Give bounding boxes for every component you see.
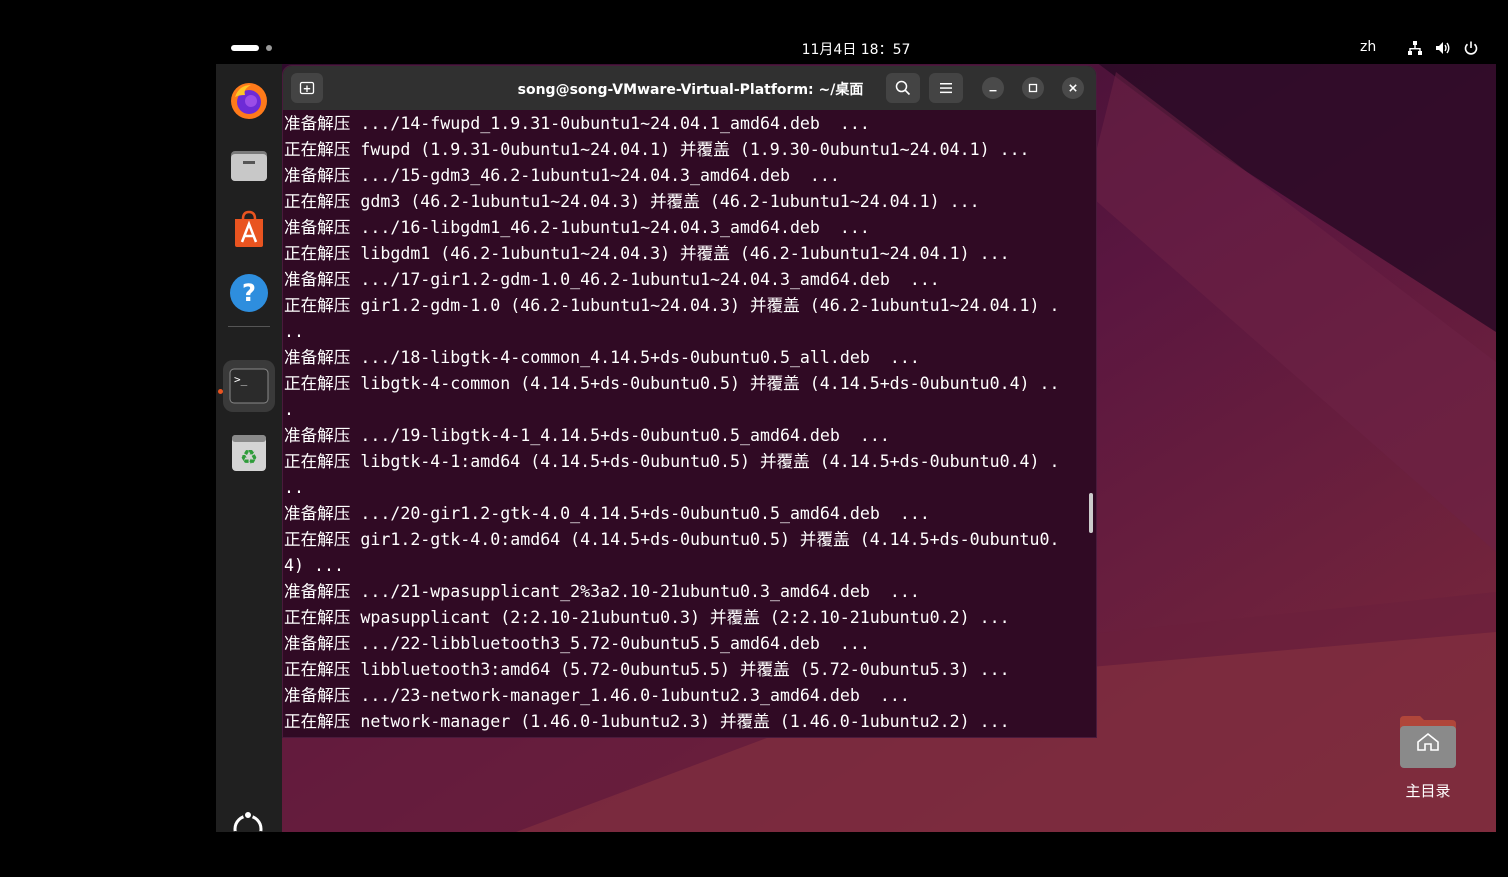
terminal-line: 准备解压 .../15-gdm3_46.2-1ubuntu1~24.04.3_a… xyxy=(284,166,840,185)
terminal-line: 正在解压 libgtk-4-common (4.14.5+ds-0ubuntu0… xyxy=(284,374,1060,393)
network-icon[interactable] xyxy=(1407,40,1423,56)
terminal-line: . xyxy=(284,400,294,419)
terminal-line: 正在解压 gir1.2-gtk-4.0:amd64 (4.14.5+ds-0ub… xyxy=(284,530,1060,549)
terminal-line: 正在解压 gdm3 (46.2-1ubuntu1~24.04.3) 并覆盖 (4… xyxy=(284,192,980,211)
top-bar: 11月4日 18：57 zh xyxy=(216,32,1496,64)
terminal-line: 正在解压 fwupd (1.9.31-0ubuntu1~24.04.1) 并覆盖… xyxy=(284,140,1030,159)
dock-app-terminal[interactable]: >_ xyxy=(223,360,275,412)
terminal-line: 准备解压 .../14-fwupd_1.9.31-0ubuntu1~24.04.… xyxy=(284,114,870,133)
dock-app-firefox[interactable] xyxy=(223,75,275,127)
dock-app-help[interactable]: ? xyxy=(223,267,275,319)
dock: ? >_ ♻ xyxy=(216,64,282,832)
close-icon xyxy=(1069,84,1077,92)
desktop-screen: 11月4日 18：57 zh ? >_ ♻ song@song-VMware-V… xyxy=(216,32,1496,832)
terminal-line: 准备解压 .../16-libgdm1_46.2-1ubuntu1~24.04.… xyxy=(284,218,870,237)
home-folder-icon xyxy=(1400,716,1456,768)
svg-text:?: ? xyxy=(242,279,256,307)
terminal-line: 正在解压 libgtk-4-1:amd64 (4.14.5+ds-0ubuntu… xyxy=(284,452,1060,471)
maximize-button[interactable] xyxy=(1022,77,1044,99)
terminal-line: .. xyxy=(284,322,304,341)
desktop-home-folder[interactable]: 主目录 xyxy=(1386,712,1470,812)
terminal-line: 准备解压 .../18-libgtk-4-common_4.14.5+ds-0u… xyxy=(284,348,920,367)
terminal-icon: >_ xyxy=(229,368,269,404)
folder-icon xyxy=(231,151,267,181)
terminal-line: .. xyxy=(284,478,304,497)
firefox-icon xyxy=(231,83,267,119)
terminal-line: 准备解压 .../17-gir1.2-gdm-1.0_46.2-1ubuntu1… xyxy=(284,270,940,289)
terminal-line: 准备解压 .../20-gir1.2-gtk-4.0_4.14.5+ds-0ub… xyxy=(284,504,930,523)
dock-app-files[interactable] xyxy=(223,139,275,191)
terminal-line: 正在解压 libbluetooth3:amd64 (5.72-0ubuntu5.… xyxy=(284,660,1010,679)
volume-icon[interactable] xyxy=(1435,40,1451,56)
window-title: song@song-VMware-Virtual-Platform: ~/桌面 xyxy=(517,82,864,98)
dock-separator xyxy=(228,326,270,327)
input-language-indicator[interactable]: zh xyxy=(1360,39,1376,55)
search-icon xyxy=(895,80,911,96)
search-button[interactable] xyxy=(886,73,920,103)
terminal-line: 准备解压 .../22-libbluetooth3_5.72-0ubuntu5.… xyxy=(284,634,870,653)
dock-app-app-center[interactable] xyxy=(223,203,275,255)
terminal-line: 正在解压 network-manager (1.46.0-1ubuntu2.3)… xyxy=(284,712,1010,731)
home-folder-label: 主目录 xyxy=(1405,782,1451,800)
dock-app-trash[interactable]: ♻ xyxy=(223,427,275,479)
hamburger-menu-icon xyxy=(940,83,952,94)
minimize-icon xyxy=(989,90,997,92)
terminal-line: 正在解压 wpasupplicant (2:2.10-21ubuntu0.3) … xyxy=(284,608,1010,627)
terminal-line: 准备解压 .../23-network-manager_1.46.0-1ubun… xyxy=(284,686,910,705)
clock[interactable]: 11月4日 18：57 xyxy=(216,39,1496,59)
power-icon[interactable] xyxy=(1463,40,1479,56)
close-button[interactable] xyxy=(1062,77,1084,99)
terminal-window[interactable]: song@song-VMware-Virtual-Platform: ~/桌面 xyxy=(282,65,1097,738)
maximize-icon xyxy=(1028,83,1038,93)
show-apps-icon[interactable] xyxy=(229,810,267,832)
trash-icon: ♻ xyxy=(232,435,266,471)
terminal-line: 正在解压 libgdm1 (46.2-1ubuntu1~24.04.3) 并覆盖… xyxy=(284,244,1010,263)
scrollbar-thumb[interactable] xyxy=(1089,493,1093,533)
help-icon: ? xyxy=(230,274,268,312)
svg-text:>_: >_ xyxy=(234,373,248,386)
menu-button[interactable] xyxy=(929,73,963,103)
terminal-line: 正在解压 gir1.2-gdm-1.0 (46.2-1ubuntu1~24.04… xyxy=(284,296,1060,315)
terminal-line: 4) ... xyxy=(284,556,344,575)
minimize-button[interactable] xyxy=(982,77,1004,99)
terminal-titlebar[interactable]: song@song-VMware-Virtual-Platform: ~/桌面 xyxy=(283,66,1096,110)
app-center-icon xyxy=(235,210,263,247)
terminal-line: 准备解压 .../19-libgtk-4-1_4.14.5+ds-0ubuntu… xyxy=(284,426,890,445)
svg-text:♻: ♻ xyxy=(240,445,258,469)
terminal-output[interactable]: 准备解压 .../14-fwupd_1.9.31-0ubuntu1~24.04.… xyxy=(284,111,1089,737)
terminal-line: 准备解压 .../21-wpasupplicant_2%3a2.10-21ubu… xyxy=(284,582,920,601)
